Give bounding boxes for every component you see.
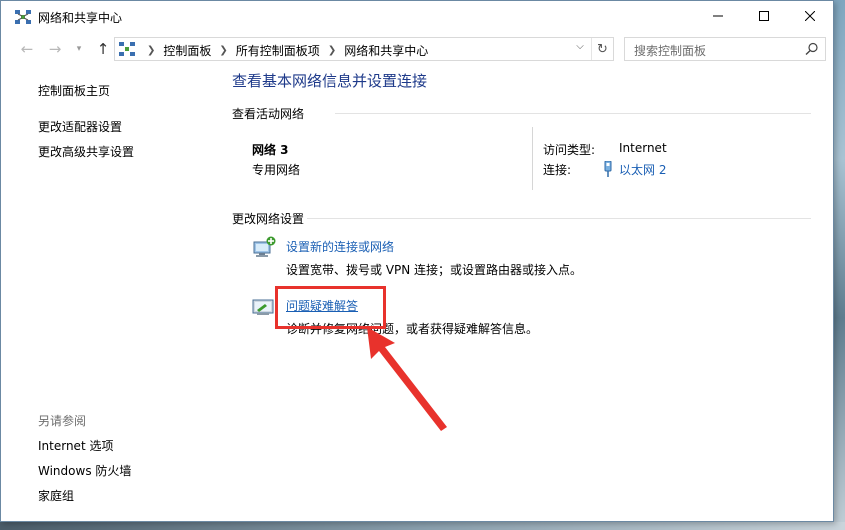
address-dropdown-icon[interactable]: ⌵ bbox=[573, 41, 587, 52]
active-networks-heading: 查看活动网络 bbox=[232, 107, 305, 121]
sidebar-item-adapter-settings[interactable]: 更改适配器设置 bbox=[38, 118, 122, 135]
desktop-background-strip bbox=[834, 0, 845, 530]
refresh-icon: ↻ bbox=[597, 41, 608, 57]
breadcrumb-all-items[interactable]: 所有控制面板项 bbox=[236, 42, 320, 59]
see-also-windows-firewall[interactable]: Windows 防火墙 bbox=[38, 462, 131, 479]
window-title: 网络和共享中心 bbox=[38, 11, 123, 25]
network-setup-icon bbox=[253, 236, 276, 257]
forward-button[interactable]: → bbox=[45, 40, 65, 58]
sidebar-item-advanced-sharing[interactable]: 更改高级共享设置 bbox=[38, 143, 134, 160]
search-input[interactable]: 搜索控制面板 bbox=[624, 37, 826, 61]
chevron-right-icon: ❯ bbox=[147, 45, 156, 56]
maximize-button[interactable] bbox=[741, 1, 787, 31]
minimize-icon bbox=[713, 15, 723, 17]
vertical-divider bbox=[532, 127, 533, 190]
section-divider bbox=[335, 113, 811, 114]
see-also-heading: 另请参阅 bbox=[38, 414, 87, 428]
arrow-right-icon: → bbox=[48, 40, 62, 58]
access-type-value: Internet bbox=[619, 141, 667, 155]
see-also-homegroup[interactable]: 家庭组 bbox=[38, 487, 74, 504]
navigation-bar: ← → ▾ ↑ ❯ 控制面板 ❯ 所有控制面板项 ❯ 网络和共享中心 ⌵ ↻ 搜… bbox=[1, 34, 833, 64]
breadcrumb-network-center[interactable]: 网络和共享中心 bbox=[344, 42, 428, 59]
back-button[interactable]: ← bbox=[17, 40, 37, 58]
chevron-right-icon[interactable]: ❯ bbox=[328, 45, 336, 56]
control-panel-window: 网络和共享中心 ← → ▾ ↑ ❯ 控制面板 ❯ 所有控制面板项 ❯ 网络和共享… bbox=[0, 0, 834, 522]
breadcrumb-control-panel[interactable]: 控制面板 bbox=[163, 42, 211, 59]
chevron-right-icon[interactable]: ❯ bbox=[219, 45, 227, 56]
arrow-up-icon: ↑ bbox=[96, 40, 110, 58]
ethernet-icon bbox=[604, 161, 612, 177]
close-icon bbox=[805, 11, 815, 21]
minimize-button[interactable] bbox=[695, 1, 741, 31]
chevron-down-icon: ▾ bbox=[76, 44, 82, 54]
search-placeholder: 搜索控制面板 bbox=[634, 44, 707, 58]
sidebar-item-control-panel-home[interactable]: 控制面板主页 bbox=[38, 82, 110, 99]
network-name: 网络 3 bbox=[252, 143, 289, 157]
network-type[interactable]: 专用网络 bbox=[252, 161, 300, 178]
network-center-icon bbox=[119, 42, 135, 56]
up-button[interactable]: ↑ bbox=[93, 40, 113, 58]
setup-connection-link[interactable]: 设置新的连接或网络 bbox=[286, 238, 394, 255]
maximize-icon bbox=[759, 11, 769, 21]
left-navigation-pane: 控制面板主页 更改适配器设置 更改高级共享设置 另请参阅 Internet 选项… bbox=[1, 65, 221, 521]
network-center-icon bbox=[15, 10, 31, 24]
recent-locations-button[interactable]: ▾ bbox=[73, 40, 85, 58]
access-type-label: 访问类型: bbox=[543, 143, 596, 157]
desktop-background-bottom bbox=[0, 522, 845, 530]
title-bar: 网络和共享中心 bbox=[1, 1, 833, 33]
arrow-left-icon: ← bbox=[20, 40, 34, 58]
close-button[interactable] bbox=[787, 1, 833, 31]
address-bar[interactable]: ❯ 控制面板 ❯ 所有控制面板项 ❯ 网络和共享中心 ⌵ ↻ bbox=[114, 37, 614, 61]
refresh-button[interactable]: ↻ bbox=[591, 38, 613, 60]
page-title: 查看基本网络信息并设置连接 bbox=[232, 72, 428, 90]
troubleshoot-icon bbox=[252, 299, 274, 315]
section-divider bbox=[307, 218, 811, 219]
annotation-arrow-icon bbox=[367, 327, 447, 431]
search-icon[interactable] bbox=[805, 42, 819, 56]
setup-connection-description: 设置宽带、拨号或 VPN 连接；或设置路由器或接入点。 bbox=[286, 263, 583, 277]
breadcrumb: ❯ 控制面板 ❯ 所有控制面板项 ❯ 网络和共享中心 bbox=[139, 42, 428, 59]
connection-link-ethernet[interactable]: 以太网 2 bbox=[619, 161, 666, 178]
change-settings-heading: 更改网络设置 bbox=[232, 212, 305, 226]
see-also-internet-options[interactable]: Internet 选项 bbox=[38, 437, 113, 454]
connections-label: 连接: bbox=[543, 163, 572, 177]
